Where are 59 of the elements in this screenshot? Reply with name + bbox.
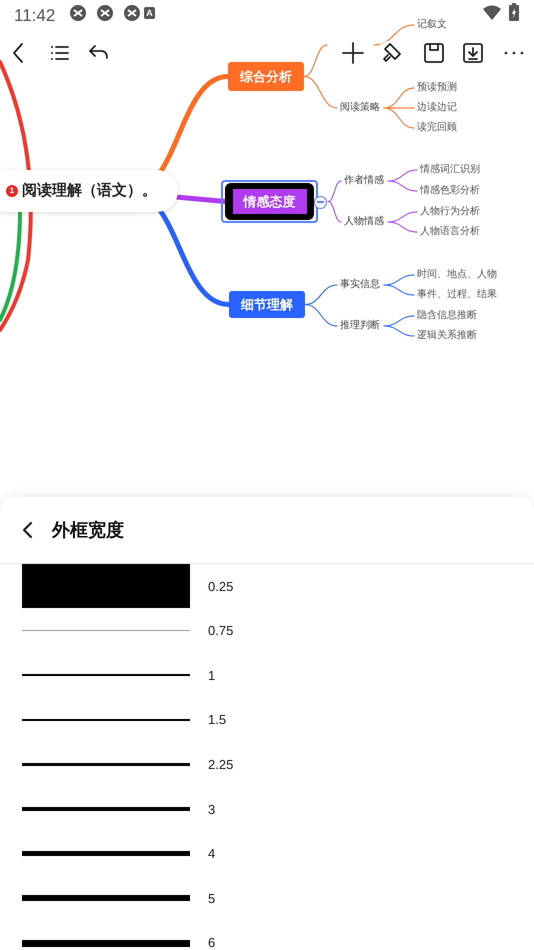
subtopic-label[interactable]: 逻辑关系推断	[417, 330, 477, 342]
root-topic[interactable]: 1 阅读理解（语文）。	[0, 170, 178, 212]
subtopic-label[interactable]: 人物语言分析	[420, 226, 480, 238]
subtopic-label[interactable]: 阅读策略	[340, 102, 380, 114]
subtopic-label[interactable]: 事实信息	[340, 279, 380, 291]
topic-node[interactable]: 情感态度	[225, 183, 314, 220]
connector-line	[304, 304, 338, 326]
connector-line	[374, 24, 414, 46]
line-sample[interactable]	[22, 851, 190, 856]
connector-line	[388, 222, 418, 232]
width-label[interactable]: 5	[208, 888, 216, 908]
subtopic-label[interactable]: 时间、地点、人物	[417, 269, 497, 281]
width-label[interactable]: 4	[208, 844, 216, 864]
line-sample[interactable]	[22, 719, 190, 722]
width-label[interactable]: 2.25	[208, 754, 234, 774]
subtopic-label[interactable]: 预读预测	[417, 82, 457, 94]
width-label[interactable]: 1.5	[208, 710, 226, 730]
subtopic-label[interactable]: 人物情感	[344, 216, 384, 228]
save-icon[interactable]	[422, 41, 446, 65]
sheet-title: 外框宽度	[52, 518, 124, 542]
subtopic-label[interactable]: 人物行为分析	[420, 206, 480, 218]
width-label[interactable]: 1	[208, 666, 216, 686]
collapse-icon[interactable]	[314, 196, 327, 208]
width-label[interactable]: 6	[208, 933, 216, 950]
battery-icon	[509, 3, 519, 21]
line-sample[interactable]	[22, 807, 190, 812]
line-sample[interactable]	[22, 763, 190, 766]
connector-line	[384, 326, 414, 336]
notification-badge: A	[144, 7, 155, 19]
subtopic-label[interactable]: 隐含信息推断	[417, 310, 477, 322]
download-icon[interactable]	[461, 41, 485, 65]
connector-line	[388, 180, 418, 192]
app-notification-icon	[97, 5, 113, 21]
line-sample[interactable]	[22, 940, 190, 947]
subtopic-label[interactable]: 读完回顾	[417, 122, 457, 134]
width-label[interactable]: 0.75	[208, 621, 234, 641]
status-time: 11:42	[14, 5, 56, 27]
line-sample[interactable]	[22, 674, 190, 676]
subtopic-label[interactable]: 情感色彩分析	[420, 185, 480, 197]
connector-line	[304, 44, 328, 77]
connector-line	[384, 284, 414, 296]
app-notification-icon	[124, 5, 140, 21]
connector-line	[328, 201, 342, 222]
subtopic-label[interactable]: 情感词汇识别	[420, 164, 480, 176]
app-notification-icon	[70, 5, 86, 21]
wifi-icon	[483, 5, 501, 20]
connector-line	[304, 76, 338, 108]
subtopic-label[interactable]: 边读边记	[417, 102, 457, 114]
subtopic-label[interactable]: 记叙文	[417, 19, 447, 31]
line-sample[interactable]	[22, 895, 190, 902]
subtopic-label[interactable]: 推理判断	[340, 320, 380, 332]
root-label: 阅读理解（语文）。	[22, 180, 157, 201]
topic-node[interactable]: 细节理解	[229, 291, 305, 318]
connector-line	[328, 180, 342, 202]
subtopic-label[interactable]: 事件、过程、结果	[417, 289, 497, 301]
subtopic-label[interactable]: 作者情感	[344, 175, 384, 187]
width-label[interactable]: 0.25	[208, 576, 234, 596]
width-label[interactable]: 3	[208, 800, 216, 820]
priority-marker: 1	[6, 185, 18, 197]
